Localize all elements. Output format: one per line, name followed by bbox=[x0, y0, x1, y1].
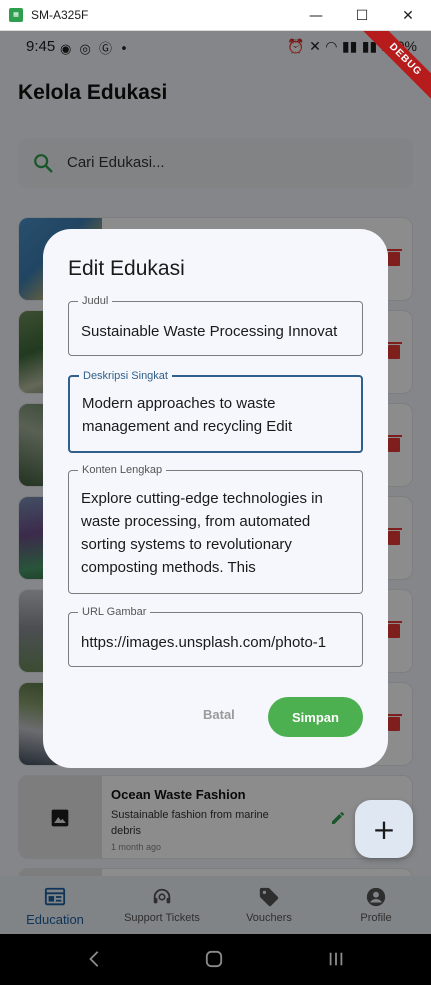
field-value: Modern approaches to waste management an… bbox=[82, 395, 293, 435]
app-icon: ▦ bbox=[9, 8, 23, 22]
full-content-field[interactable]: Konten Lengkap Explore cutting-edge tech… bbox=[68, 464, 363, 594]
short-description-field[interactable]: Deskripsi Singkat Modern approaches to w… bbox=[68, 370, 363, 453]
save-button[interactable]: Simpan bbox=[268, 697, 363, 737]
image-url-field[interactable]: URL Gambar https://images.unsplash.com/p… bbox=[68, 606, 363, 667]
field-label: Judul bbox=[78, 295, 113, 307]
add-education-button[interactable]: + bbox=[355, 800, 413, 858]
field-label: URL Gambar bbox=[78, 606, 151, 618]
window-controls: — ☐ ✕ bbox=[293, 0, 431, 31]
window-titlebar: ▦ SM-A325F — ☐ ✕ bbox=[0, 0, 431, 31]
window-title: SM-A325F bbox=[31, 8, 89, 22]
field-value: Explore cutting-edge technologies in was… bbox=[81, 490, 327, 576]
close-button[interactable]: ✕ bbox=[385, 0, 431, 31]
field-value: https://images.unsplash.com/photo-1 bbox=[81, 634, 327, 651]
cancel-button[interactable]: Batal bbox=[203, 707, 235, 722]
minimize-button[interactable]: — bbox=[293, 0, 339, 31]
field-label: Deskripsi Singkat bbox=[79, 370, 172, 382]
edit-education-dialog: Edit Edukasi Judul Sustainable Waste Pro… bbox=[43, 229, 388, 768]
plus-icon: + bbox=[372, 812, 396, 846]
maximize-button[interactable]: ☐ bbox=[339, 0, 385, 31]
phone-screen: 9:45 ◉ ◎ Ⓖ • ⏰ ✕ ◠ ▮▮ ▮▮100% DEBUG Kelol… bbox=[0, 31, 431, 985]
field-label: Konten Lengkap bbox=[78, 464, 167, 476]
title-field[interactable]: Judul Sustainable Waste Processing Innov… bbox=[68, 295, 363, 356]
field-value: Sustainable Waste Processing Innovat bbox=[81, 323, 338, 340]
dialog-title: Edit Edukasi bbox=[68, 257, 185, 280]
